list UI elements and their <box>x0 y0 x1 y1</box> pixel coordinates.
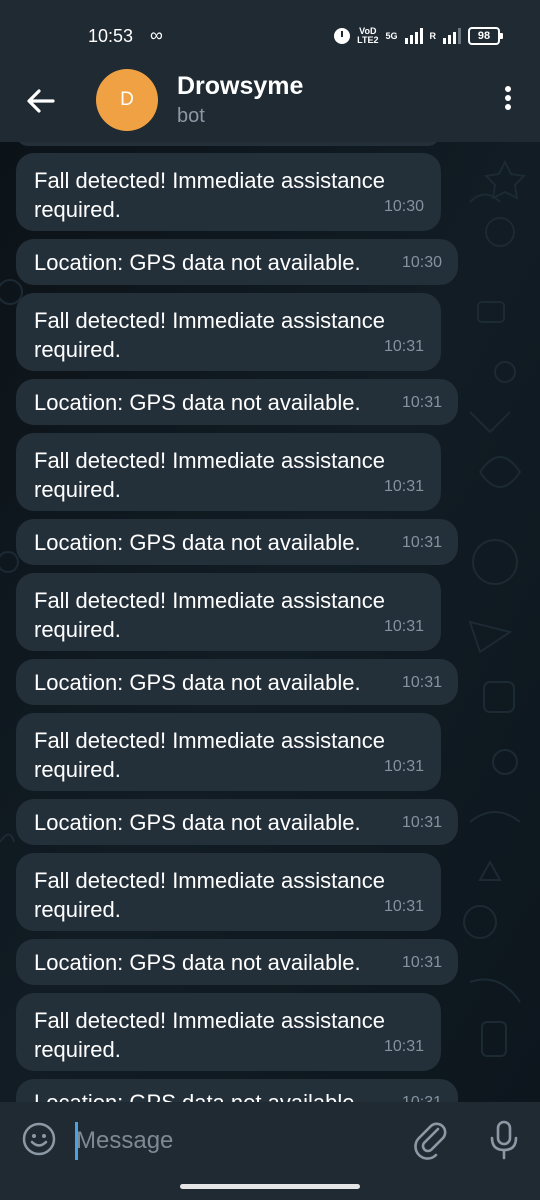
chat-area[interactable]: Fall detected! Immediate assistance requ… <box>0 142 540 1102</box>
status-icons: VoD LTE2 5G R 98 <box>334 24 503 48</box>
location-message[interactable]: Location: GPS data not available. 10:31 <box>16 939 458 985</box>
emoji-icon[interactable] <box>22 1122 56 1156</box>
message-text: Location: GPS data not available. <box>34 530 361 555</box>
message-text: Fall detected! Immediate assistance requ… <box>34 308 385 362</box>
volte-bottom-label: LTE2 <box>357 35 379 45</box>
message-time: 10:31 <box>383 1038 424 1055</box>
microphone-icon[interactable] <box>488 1120 520 1162</box>
message-text: Location: GPS data not available. <box>34 250 361 275</box>
message-text: Fall detected! Immediate assistance requ… <box>34 168 385 222</box>
location-message[interactable]: Location: GPS data not available. 10:31 <box>16 659 458 705</box>
message-time: 10:30 <box>401 254 442 271</box>
back-arrow-icon[interactable] <box>24 84 58 118</box>
message-text: Fall detected! Immediate assistance requ… <box>34 448 385 502</box>
location-message[interactable]: Location: GPS data not available. 10:31 <box>16 799 458 845</box>
fall-alert-message[interactable]: Fall detected! Immediate assistance requ… <box>16 853 441 931</box>
fall-alert-message[interactable]: Fall detected! Immediate assistance requ… <box>16 993 441 1071</box>
message-text: Location: GPS data not available. <box>34 810 361 835</box>
fall-alert-message[interactable]: Fall detected! Immediate assistance requ… <box>16 293 441 371</box>
message-text: Location: GPS data not available. <box>34 1088 434 1102</box>
alarm-icon <box>334 28 351 44</box>
message-time: 10:31 <box>402 1088 442 1102</box>
message-text: Location: GPS data not available. <box>34 670 361 695</box>
chat-subtitle: bot <box>177 105 205 127</box>
message-time: 10:31 <box>383 758 424 775</box>
previous-message-bubble <box>16 142 440 146</box>
message-time: 10:31 <box>401 814 442 831</box>
message-text: Fall detected! Immediate assistance requ… <box>34 588 385 642</box>
message-time: 10:31 <box>383 898 424 915</box>
status-time: 10:53 <box>88 26 134 46</box>
location-message[interactable]: Location: GPS data not available. 10:31 <box>16 379 458 425</box>
chat-title[interactable]: Drowsyme <box>177 72 303 101</box>
message-time: 10:31 <box>383 478 424 495</box>
location-message[interactable]: Location: GPS data not available. 10:30 <box>16 239 458 285</box>
message-time: 10:31 <box>401 394 442 411</box>
status-bar: 10:53 ∞ VoD LTE2 5G R 98 <box>0 0 540 72</box>
location-message[interactable]: Location: GPS data not available.10:31 <box>16 1079 458 1102</box>
fall-alert-message[interactable]: Fall detected! Immediate assistance requ… <box>16 153 441 231</box>
message-text: Fall detected! Immediate assistance requ… <box>34 1008 385 1062</box>
fall-alert-message[interactable]: Fall detected! Immediate assistance requ… <box>16 713 441 791</box>
message-time: 10:31 <box>401 534 442 551</box>
message-time: 10:31 <box>401 954 442 971</box>
signal-sim2-icon <box>443 28 461 44</box>
message-text: Location: GPS data not available. <box>34 950 361 975</box>
roaming-label: R <box>429 30 437 41</box>
message-time: 10:31 <box>401 674 442 691</box>
paperclip-icon[interactable] <box>414 1120 450 1160</box>
fall-alert-message[interactable]: Fall detected! Immediate assistance requ… <box>16 573 441 651</box>
message-text: Fall detected! Immediate assistance requ… <box>34 728 385 782</box>
chat-header: D Drowsyme bot <box>0 69 540 142</box>
avatar[interactable]: D <box>96 69 158 131</box>
message-time: 10:31 <box>383 338 424 355</box>
message-input[interactable] <box>76 1122 396 1160</box>
more-options-icon[interactable] <box>498 86 518 114</box>
battery-icon: 98 <box>468 27 503 45</box>
loop-icon: ∞ <box>150 25 163 45</box>
signal-sim1-icon <box>404 28 423 44</box>
message-text: Location: GPS data not available. <box>34 390 361 415</box>
home-indicator[interactable] <box>180 1184 360 1189</box>
network-5g-label: 5G <box>385 30 398 41</box>
fall-alert-message[interactable]: Fall detected! Immediate assistance requ… <box>16 433 441 511</box>
location-message[interactable]: Location: GPS data not available. 10:31 <box>16 519 458 565</box>
message-text: Fall detected! Immediate assistance requ… <box>34 868 385 922</box>
message-time: 10:30 <box>383 198 424 215</box>
volte-indicator: VoD LTE2 <box>357 27 378 45</box>
message-time: 10:31 <box>383 618 424 635</box>
